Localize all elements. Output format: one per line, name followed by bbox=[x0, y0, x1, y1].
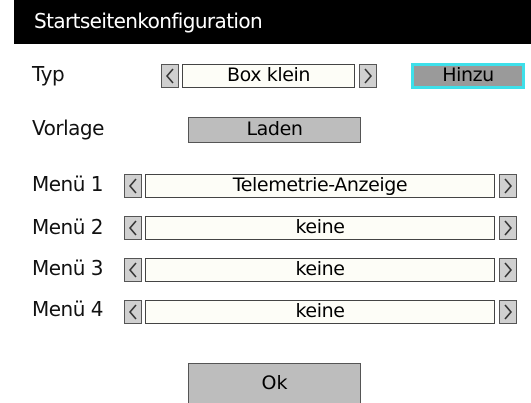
menu-3-value-field: keine bbox=[145, 258, 495, 282]
menu-1-label: Menü 1 bbox=[32, 172, 104, 196]
menu-2-prev-button[interactable] bbox=[124, 216, 142, 240]
typ-next-button[interactable] bbox=[359, 64, 377, 88]
menu-2-label: Menü 2 bbox=[32, 215, 104, 239]
menu-3-prev-button[interactable] bbox=[124, 258, 142, 282]
menu-3-next-button[interactable] bbox=[499, 258, 517, 282]
title-bar: Startseitenkonfiguration bbox=[14, 0, 531, 44]
chevron-right-icon bbox=[364, 68, 373, 84]
chevron-left-icon bbox=[165, 68, 174, 84]
menu-4-prev-button[interactable] bbox=[124, 300, 142, 324]
menu-1-next-button[interactable] bbox=[499, 174, 517, 198]
chevron-right-icon bbox=[504, 304, 513, 320]
typ-prev-button[interactable] bbox=[161, 64, 179, 88]
chevron-right-icon bbox=[504, 262, 513, 278]
menu-4-label: Menü 4 bbox=[32, 297, 104, 321]
chevron-right-icon bbox=[504, 178, 513, 194]
typ-value-field: Box klein bbox=[182, 64, 355, 88]
menu-4-next-button[interactable] bbox=[499, 300, 517, 324]
chevron-right-icon bbox=[504, 220, 513, 236]
page-title: Startseitenkonfiguration bbox=[34, 9, 263, 33]
menu-2-value-field: keine bbox=[145, 216, 495, 240]
chevron-left-icon bbox=[128, 304, 137, 320]
menu-4-value-field: keine bbox=[145, 300, 495, 324]
chevron-left-icon bbox=[128, 262, 137, 278]
add-button[interactable]: Hinzu bbox=[411, 63, 525, 89]
menu-1-value-field: Telemetrie-Anzeige bbox=[145, 174, 495, 198]
chevron-left-icon bbox=[128, 220, 137, 236]
ok-button[interactable]: Ok bbox=[188, 363, 361, 403]
load-button[interactable]: Laden bbox=[188, 117, 361, 143]
typ-label: Typ bbox=[32, 62, 65, 86]
chevron-left-icon bbox=[128, 178, 137, 194]
vorlage-label: Vorlage bbox=[32, 116, 104, 140]
menu-1-prev-button[interactable] bbox=[124, 174, 142, 198]
menu-3-label: Menü 3 bbox=[32, 256, 104, 280]
menu-2-next-button[interactable] bbox=[499, 216, 517, 240]
